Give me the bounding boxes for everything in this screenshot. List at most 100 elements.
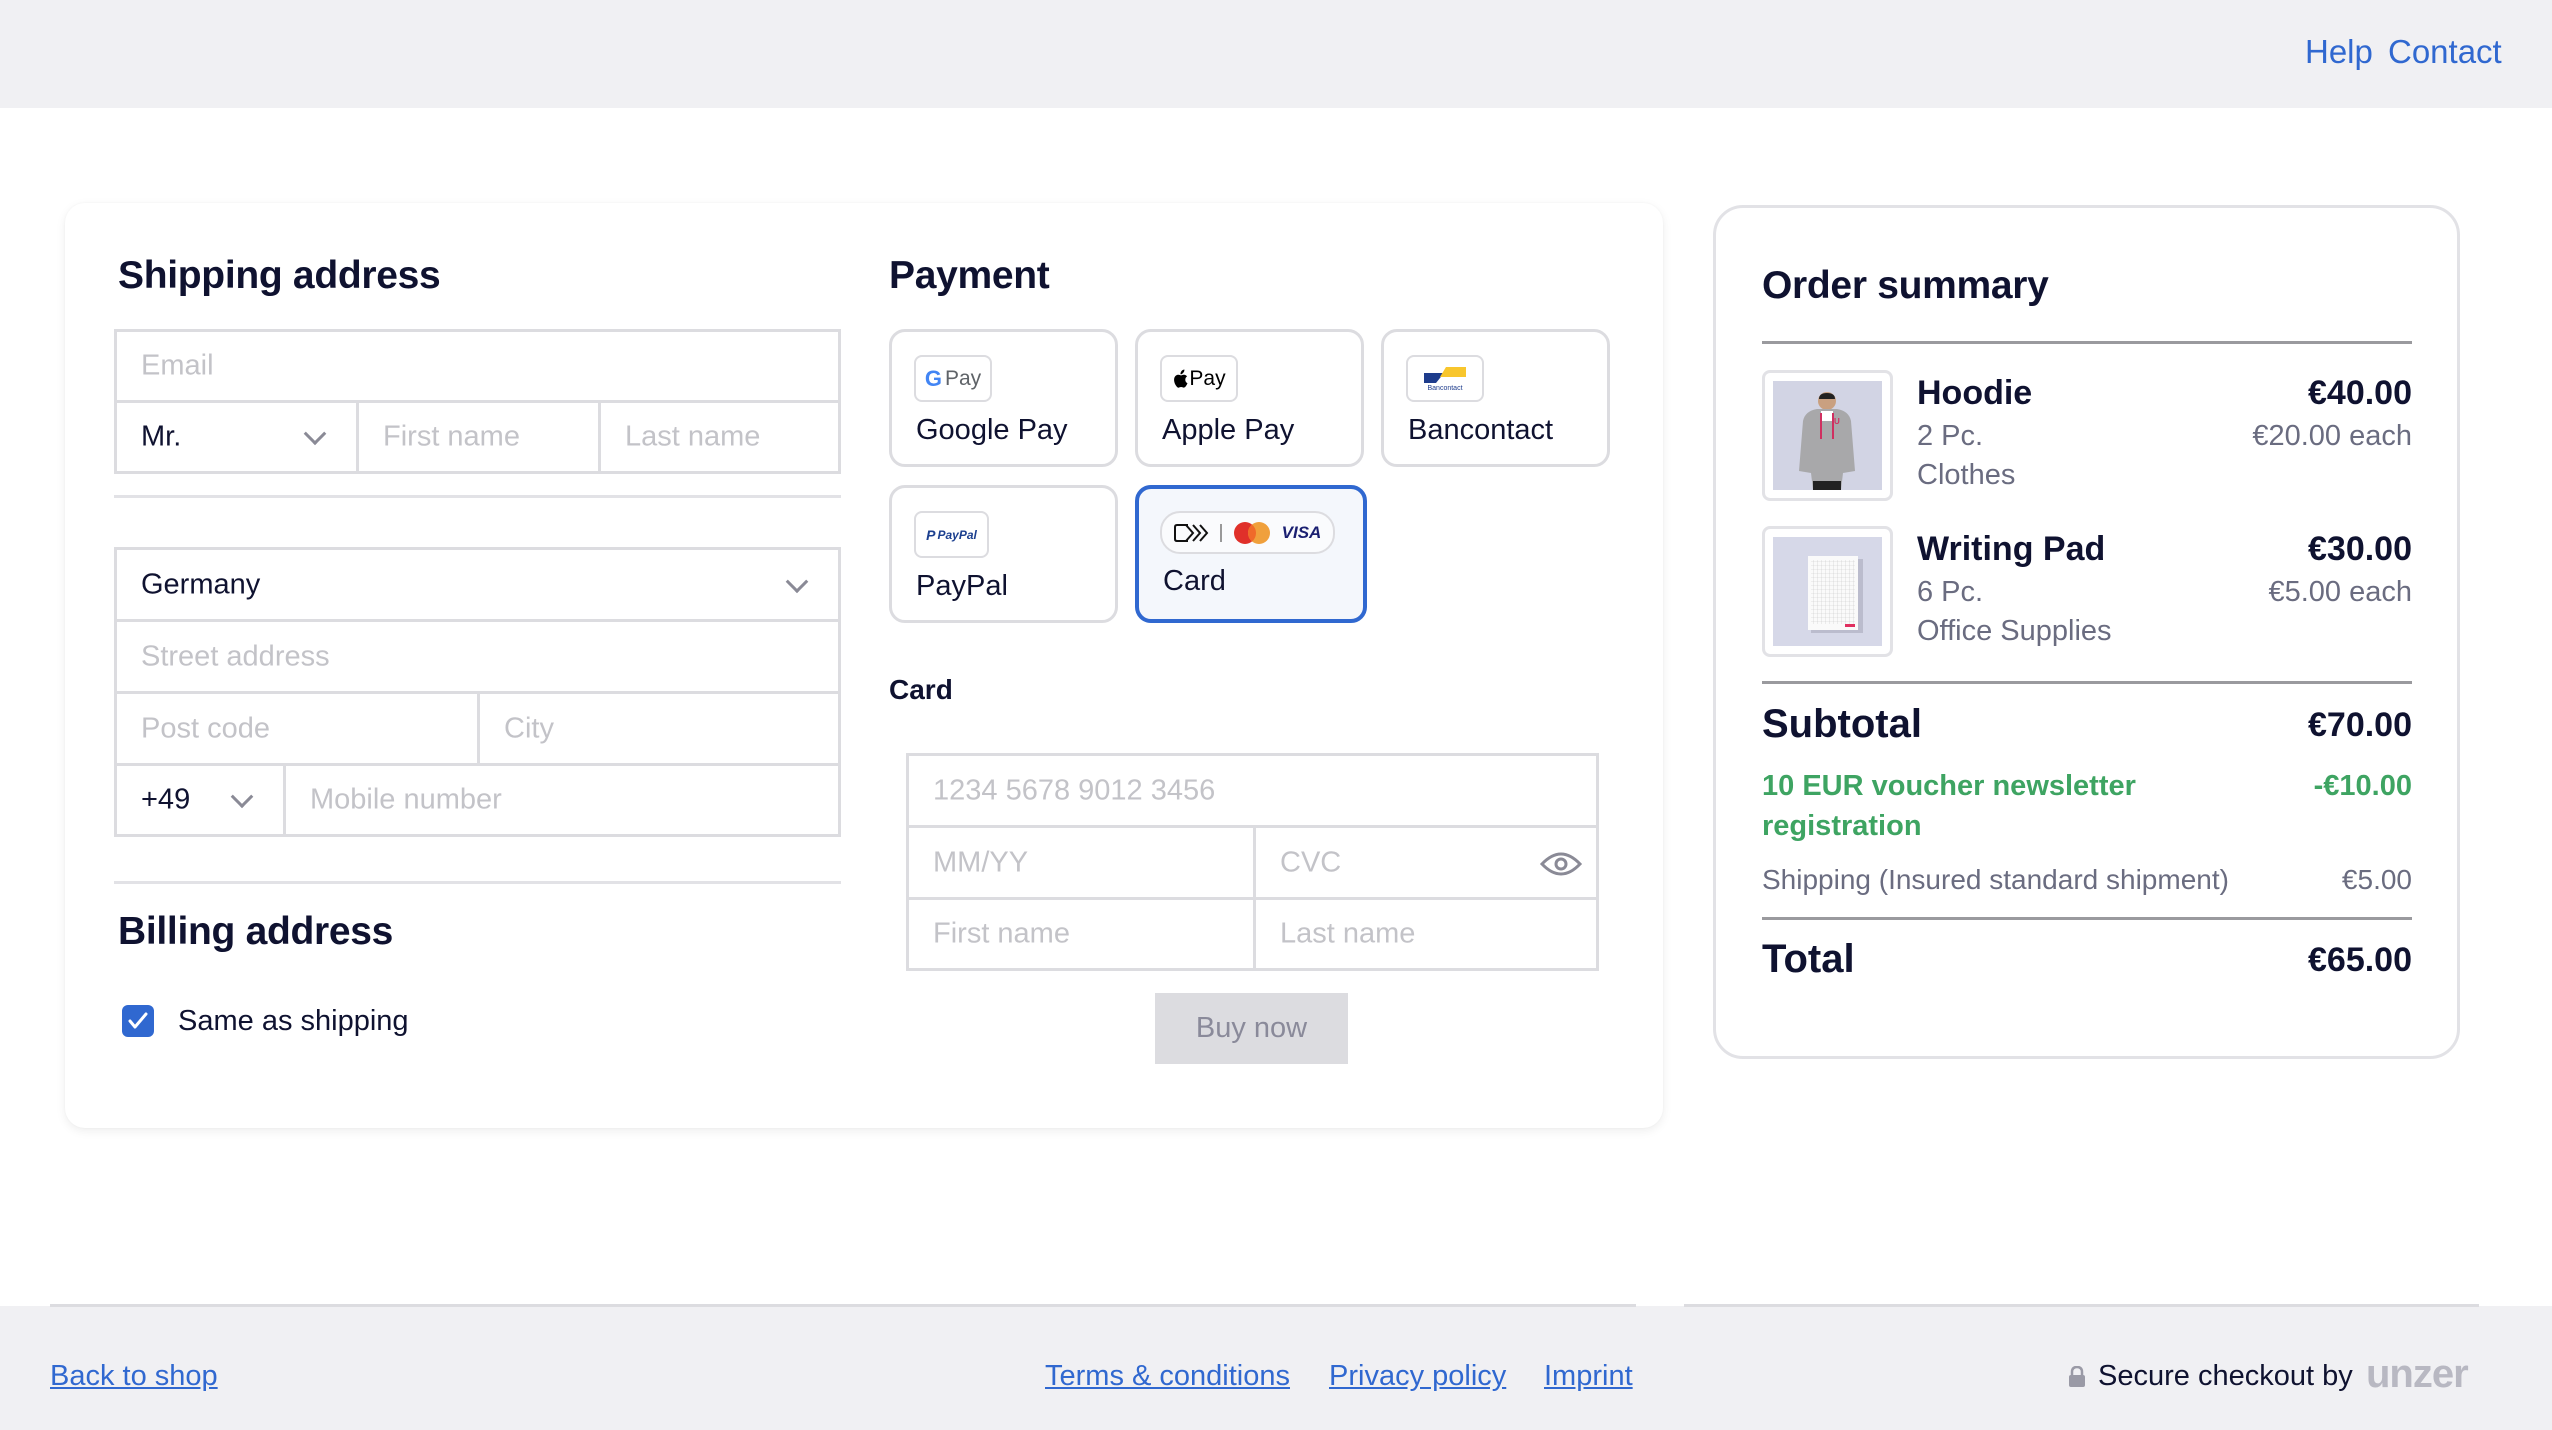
item-category: Clothes (1917, 459, 2016, 491)
paypal-label: PayPal (916, 570, 1008, 602)
card-last-name-placeholder: Last name (1280, 917, 1416, 950)
item-name: Writing Pad (1917, 530, 2106, 568)
privacy-policy-link[interactable]: Privacy policy (1329, 1358, 1506, 1394)
terms-link[interactable]: Terms & conditions (1045, 1358, 1290, 1394)
billing-divider (114, 881, 841, 884)
item-unit-price: €5.00 each (2268, 576, 2412, 608)
order-summary-title: Order summary (1762, 264, 2049, 307)
item-category: Office Supplies (1917, 615, 2112, 647)
svg-text:U: U (1834, 417, 1840, 426)
item-unit-price: €20.00 each (2252, 420, 2412, 452)
same-as-shipping-checkbox[interactable] (122, 1005, 154, 1037)
card-number-placeholder: 1234 5678 9012 3456 (933, 774, 1216, 806)
last-name-placeholder: Last name (625, 420, 761, 453)
apple-pay-label: Apple Pay (1162, 414, 1295, 446)
item-name: Hoodie (1917, 374, 2033, 412)
imprint-link[interactable]: Imprint (1544, 1358, 1633, 1394)
secure-checkout-text: Secure checkout by (2098, 1360, 2353, 1392)
voucher-label: 10 EUR voucher newsletter registration (1762, 770, 2136, 842)
item-price: €30.00 (2308, 530, 2412, 568)
item-quantity: 6 Pc. (1917, 576, 1984, 608)
card-first-name-field[interactable]: First name (906, 897, 1256, 971)
chevron-down-icon (303, 422, 327, 446)
card-brands-logo: VISA (1160, 511, 1335, 554)
click-to-pay-icon (1173, 523, 1208, 542)
subtotal-label: Subtotal (1762, 702, 1922, 746)
first-name-placeholder: First name (383, 420, 520, 453)
subtotal-value: €70.00 (2308, 706, 2412, 744)
total-value: €65.00 (2308, 941, 2412, 979)
footer-divider-left (50, 1304, 1636, 1307)
city-placeholder: City (504, 712, 554, 744)
logo-separator (1219, 523, 1222, 542)
shipping-divider (114, 495, 841, 498)
payment-method-google-pay[interactable]: G Pay Google Pay (889, 329, 1118, 467)
city-field[interactable]: City (477, 691, 841, 766)
summary-items-divider (1762, 681, 2412, 684)
card-last-name-field[interactable]: Last name (1253, 897, 1599, 971)
google-g-icon: G (924, 365, 942, 391)
payment-method-paypal[interactable]: P PayPal PayPal (889, 485, 1118, 623)
same-as-shipping-label[interactable]: Same as shipping (178, 1003, 409, 1039)
shipping-address-title: Shipping address (118, 254, 441, 297)
salutation-select[interactable]: Mr. (114, 400, 359, 474)
expiry-placeholder: MM/YY (933, 846, 1029, 878)
mobile-number-field[interactable]: Mobile number (283, 763, 841, 837)
country-select[interactable]: Germany (114, 547, 841, 622)
billing-address-title: Billing address (118, 910, 394, 953)
mobile-number-placeholder: Mobile number (310, 783, 502, 816)
email-placeholder: Email (141, 349, 214, 382)
payment-method-bancontact[interactable]: Bancontact Bancontact (1381, 329, 1610, 467)
bancontact-label: Bancontact (1408, 414, 1554, 446)
back-to-shop-link[interactable]: Back to shop (50, 1358, 218, 1394)
hoodie-image: U (1773, 381, 1882, 490)
summary-total-divider (1762, 917, 2412, 920)
phone-prefix-select[interactable]: +49 (114, 763, 286, 837)
card-number-field[interactable]: 1234 5678 9012 3456 (906, 753, 1599, 828)
hoodie-thumbnail: U (1762, 370, 1893, 501)
summary-top-divider (1762, 341, 2412, 344)
contact-link[interactable]: Contact (2388, 30, 2502, 74)
bancontact-logo: Bancontact (1406, 355, 1484, 402)
writing-pad-image (1773, 537, 1882, 646)
first-name-field[interactable]: First name (356, 400, 601, 474)
street-address-field[interactable]: Street address (114, 619, 841, 694)
writing-pad-thumbnail (1762, 526, 1893, 657)
paypal-logo: P PayPal (914, 511, 989, 558)
last-name-field[interactable]: Last name (598, 400, 841, 474)
card-label: Card (1163, 565, 1226, 597)
post-code-field[interactable]: Post code (114, 691, 480, 766)
cvc-placeholder: CVC (1280, 846, 1342, 878)
cvc-field[interactable]: CVC (1253, 825, 1599, 900)
voucher-value: -€10.00 (2313, 770, 2412, 802)
payment-method-card[interactable]: VISA Card (1135, 485, 1367, 623)
street-address-placeholder: Street address (141, 640, 330, 672)
lock-icon (2069, 1366, 2085, 1387)
chevron-down-icon (785, 569, 809, 593)
card-section-label: Card (889, 674, 953, 705)
shipping-value: €5.00 (2341, 864, 2412, 895)
expiry-field[interactable]: MM/YY (906, 825, 1256, 900)
google-pay-label: Google Pay (916, 414, 1068, 446)
visa-icon: VISA (1281, 522, 1322, 542)
email-field[interactable]: Email (114, 329, 841, 403)
footer-divider-right (1684, 1304, 2479, 1307)
payment-method-apple-pay[interactable]: Pay Apple Pay (1135, 329, 1364, 467)
top-header: Help Contact (0, 0, 2552, 108)
bancontact-icon (1424, 366, 1466, 383)
paypal-p-icon: P (926, 526, 936, 543)
total-label: Total (1762, 937, 1855, 981)
apple-pay-logo: Pay (1160, 355, 1238, 402)
eye-icon[interactable] (1540, 850, 1582, 878)
post-code-placeholder: Post code (141, 712, 270, 744)
help-link[interactable]: Help (2305, 30, 2373, 74)
apple-icon (1174, 369, 1188, 388)
buy-now-button[interactable]: Buy now (1155, 993, 1348, 1064)
google-pay-logo: G Pay (914, 355, 992, 402)
card-first-name-placeholder: First name (933, 917, 1070, 950)
item-quantity: 2 Pc. (1917, 420, 1984, 452)
unzer-logo: unzer (2366, 1352, 2469, 1396)
chevron-down-icon (230, 785, 254, 809)
country-value: Germany (141, 568, 261, 600)
item-price: €40.00 (2308, 374, 2412, 412)
